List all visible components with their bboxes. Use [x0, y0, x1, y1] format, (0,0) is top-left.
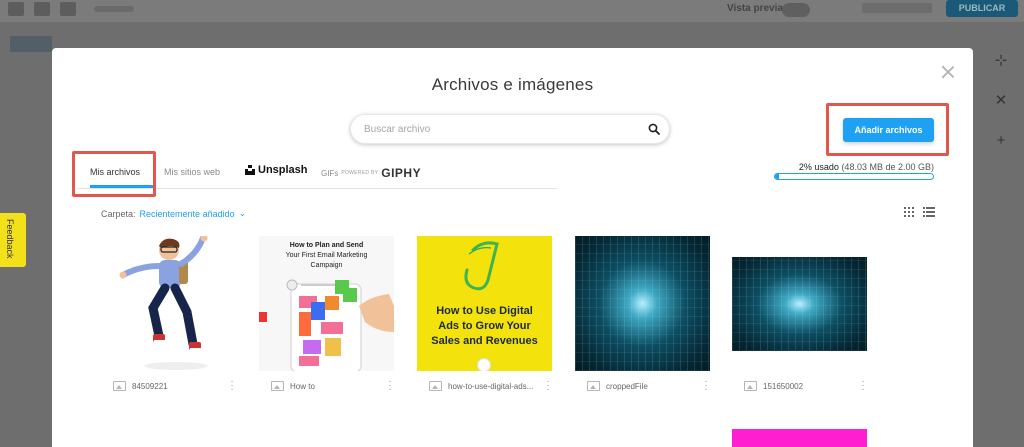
file-thumbnail[interactable]: How to Use Digital Ads to Grow Your Sale… [417, 236, 552, 371]
mail-icon [8, 2, 24, 16]
background-toolbar-icons [8, 2, 134, 16]
file-name: how-to-use-digital-ads... [448, 381, 534, 391]
undo-icon [34, 2, 50, 16]
files-modal: Archivos e imágenes Añadir archivos Mis … [52, 48, 973, 447]
plus-icon: + [996, 132, 1006, 149]
tunnel-image [732, 257, 867, 351]
tab-unsplash[interactable]: Unsplash [245, 164, 308, 176]
storage-progress-fill [775, 174, 779, 179]
feedback-tab[interactable]: Feedback [0, 213, 26, 267]
feedback-label: Feedback [5, 219, 15, 259]
modal-title: Archivos e imágenes [431, 75, 594, 94]
search-box [350, 114, 670, 144]
file-name: How to [290, 381, 315, 391]
breadcrumb [94, 6, 134, 12]
my-files-highlight [72, 151, 156, 197]
storage-percent: 2% usado [798, 162, 839, 172]
folder-dropdown[interactable]: Recientemente añadido [140, 209, 235, 219]
more-options-icon[interactable]: · · · [230, 377, 234, 395]
device-select [862, 3, 932, 13]
light-streaks [732, 257, 867, 351]
grid-view-icon[interactable] [904, 207, 914, 217]
more-options-icon[interactable]: · · · [546, 377, 550, 395]
background-side-button [10, 36, 52, 52]
ads-line-1: How to Use Digital [436, 305, 533, 317]
ads-thumbnail-text: How to Use Digital Ads to Grow Your Sale… [417, 304, 552, 349]
publish-button: PUBLICAR [946, 0, 1018, 17]
file-thumbnail[interactable]: How to Plan and Send Your First Email Ma… [259, 236, 394, 371]
folder-label: Carpeta: [101, 208, 136, 219]
file-name: 151650002 [763, 381, 804, 391]
file-name: croppedFile [606, 381, 648, 391]
hook-logo [464, 241, 499, 291]
storage-usage: 2% usado (48.03 MB de 2.00 GB) [778, 162, 934, 172]
author-avatar [477, 358, 491, 371]
file-info: 151650002 [744, 380, 869, 392]
folder-filter: Carpeta: Recientemente añadido ⌄ [101, 208, 246, 219]
tab-giphy[interactable]: GIFs POWERED BY GIPHY [321, 166, 421, 180]
close-icon: ✕ [994, 92, 1008, 109]
character-illustration [119, 236, 208, 370]
preview-label: Vista previa [727, 3, 783, 14]
list-view-icon[interactable] [923, 207, 935, 217]
file-info: croppedFile [587, 380, 712, 392]
file-name: 84509221 [132, 381, 168, 391]
unsplash-label: Unsplash [258, 164, 308, 176]
save-icon [60, 2, 76, 16]
giphy-powered-label: POWERED BY [341, 170, 379, 176]
image-file-icon [587, 381, 600, 391]
search-icon[interactable] [648, 123, 660, 135]
more-options-icon[interactable]: · · · [704, 377, 708, 395]
ads-line-2: Ads to Grow Your [438, 320, 531, 332]
unsplash-icon [245, 165, 255, 175]
giphy-gifs-label: GIFs [321, 168, 339, 178]
file-thumbnail-partial[interactable] [732, 429, 867, 447]
chevron-down-icon[interactable]: ⌄ [239, 208, 247, 219]
puzzle-illustration [259, 279, 394, 371]
background-toolbar: Vista previa PUBLICAR [0, 0, 1024, 22]
light-streaks [575, 236, 710, 371]
storage-detail: (48.03 MB de 2.00 GB) [841, 162, 934, 172]
file-info: how-to-use-digital-ads... [429, 380, 554, 392]
add-files-button[interactable]: Añadir archivos [843, 118, 934, 142]
tab-my-websites[interactable]: Mis sitios web [164, 167, 220, 177]
image-file-icon [271, 381, 284, 391]
image-file-icon [744, 381, 757, 391]
preview-toggle [782, 3, 810, 17]
image-file-icon [429, 381, 442, 391]
image-file-icon [113, 381, 126, 391]
ads-line-3: Sales and Revenues [431, 335, 538, 347]
file-thumbnail[interactable] [575, 236, 710, 371]
file-thumbnail[interactable] [101, 236, 236, 371]
sitemap-icon: ⊹ [994, 52, 1008, 69]
more-options-icon[interactable]: · · · [861, 377, 865, 395]
file-info: How to [271, 380, 396, 392]
giphy-logo: GIPHY [381, 166, 422, 180]
storage-progress-bar [774, 173, 934, 180]
file-thumbnail[interactable] [732, 236, 867, 371]
search-input[interactable] [364, 121, 634, 138]
more-options-icon[interactable]: · · · [388, 377, 392, 395]
file-info: 84509221 [113, 380, 238, 392]
